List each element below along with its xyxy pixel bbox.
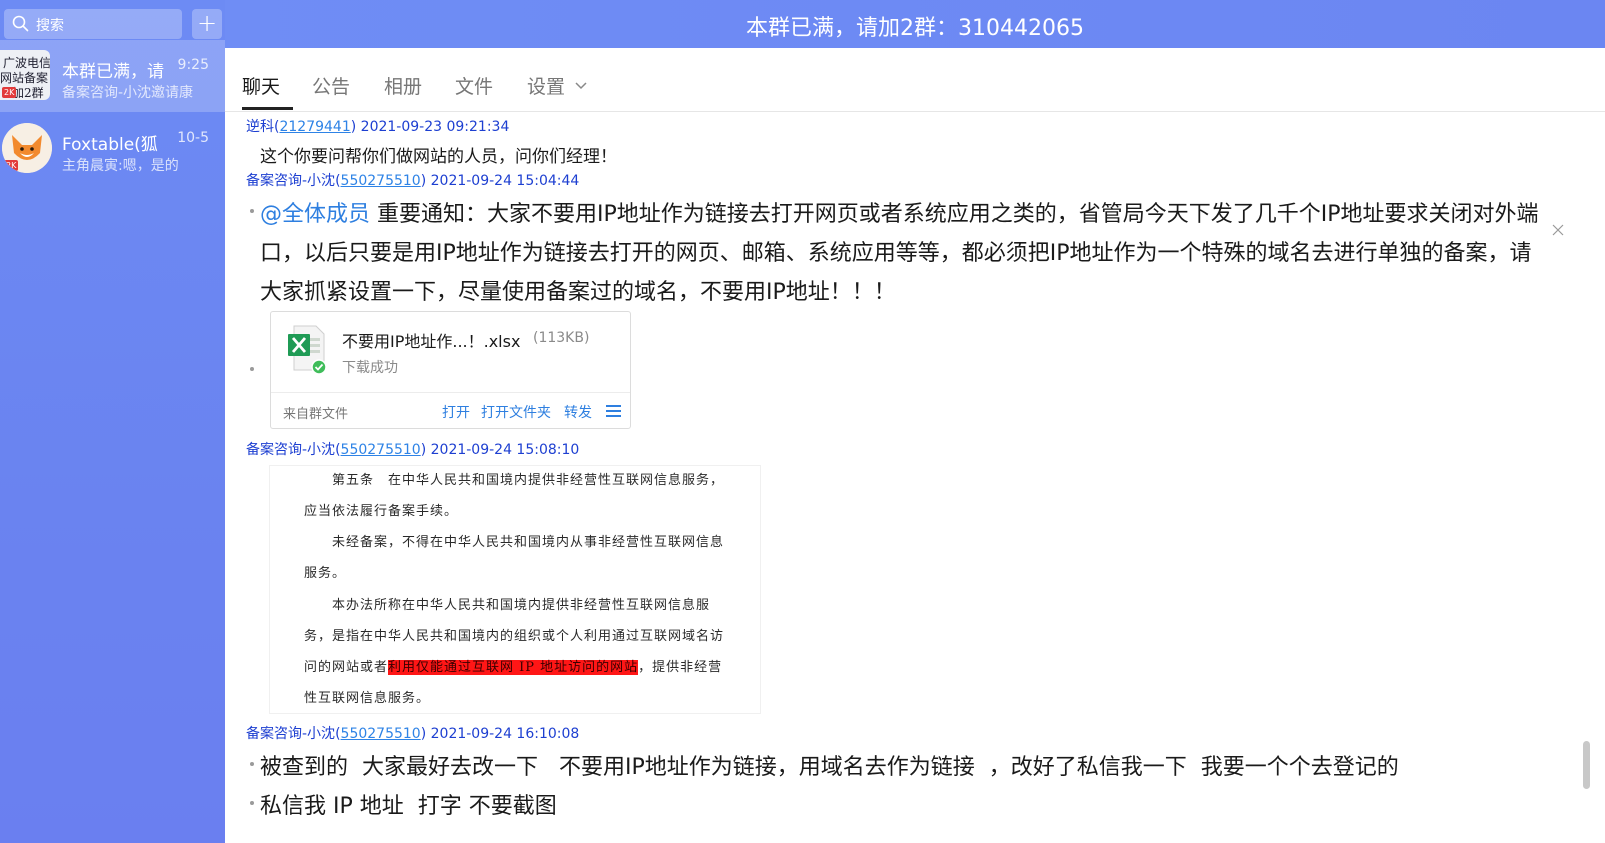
scrollbar[interactable] (1583, 741, 1590, 789)
close-icon[interactable] (1552, 224, 1564, 236)
tab-album[interactable]: 相册 (384, 72, 422, 99)
file-source: 来自群文件 (283, 407, 349, 422)
search-input[interactable]: 搜索 (4, 9, 182, 39)
file-name[interactable]: 不要用IP地址作...！.xlsx (342, 328, 520, 352)
message-meta: 备案咨询-小沈(550275510) 2021-09-24 16:10:08 (246, 726, 580, 742)
bullet (250, 762, 254, 766)
message-meta: 备案咨询-小沈(550275510) 2021-09-24 15:04:44 (246, 173, 580, 189)
conversation-title: Foxtable(狐 (62, 135, 158, 155)
message-meta: 逆科(21279441) 2021-09-23 09:21:34 (246, 119, 510, 135)
open-folder-link[interactable]: 打开文件夹 (481, 402, 551, 422)
fox-avatar: 2K (2, 123, 52, 173)
doc-line: 未经备案，不得在中华人民共和国境内从事非经营性互联网信息 (304, 535, 725, 550)
sender-uid[interactable]: 550275510 (341, 726, 421, 742)
sidebar: 搜索 + 广波电信 网站备案 加2群 2K 本群已满，请 9:25 备案咨询-小… (0, 0, 225, 843)
add-button[interactable]: + (192, 9, 222, 39)
file-status: 下载成功 (342, 360, 398, 376)
bullet (250, 367, 254, 371)
bullet (250, 209, 254, 213)
level-badge: 2K (2, 87, 17, 98)
sender-uid[interactable]: 21279441 (279, 119, 350, 135)
tab-announcement[interactable]: 公告 (312, 72, 350, 99)
sender-uid[interactable]: 550275510 (341, 173, 421, 189)
doc-line: 第五条 在中华人民共和国境内提供非经营性互联网信息服务， (304, 473, 725, 488)
conversation-title: 本群已满，请 (62, 62, 164, 82)
message-time: 2021-09-24 15:08:10 (430, 442, 580, 458)
message-time: 2021-09-23 09:21:34 (360, 119, 510, 135)
tab-settings[interactable]: 设置 (527, 72, 587, 99)
message-text: @全体成员 重要通知：大家不要用IP地址作为链接去打开网页或者系统应用之类的，省… (260, 195, 1550, 312)
excel-file-icon (288, 325, 326, 374)
doc-line: 务，是指在中华人民共和国境内的组织或个人利用通过互联网域名访 (304, 629, 725, 644)
document-screenshot-image[interactable]: 第五条 在中华人民共和国境内提供非经营性互联网信息服务， 应当依法履行备案手续。… (269, 465, 761, 714)
doc-text: 问的网站或者 (304, 660, 389, 675)
chevron-down-icon (575, 82, 587, 90)
sender-name[interactable]: 备案咨询-小沈 (246, 442, 335, 458)
message-text: 被查到的 大家最好去改一下 不要用IP地址作为链接，用域名去作为链接 ，改好了私… (260, 755, 1399, 780)
level-badge: 2K (4, 160, 19, 171)
conversation-item[interactable]: 广波电信 网站备案 加2群 2K 本群已满，请 9:25 备案咨询-小沈邀请康 (0, 40, 225, 112)
menu-icon[interactable] (606, 404, 621, 418)
tab-active-indicator (242, 107, 293, 110)
bullet (250, 801, 254, 805)
divider (271, 392, 630, 393)
message-text: 这个你要问帮你们做网站的人员，问你们经理！ (260, 147, 617, 167)
file-card[interactable]: 不要用IP地址作...！.xlsx (113KB) 下载成功 来自群文件 打开 … (270, 311, 631, 429)
message-time: 2021-09-24 15:04:44 (430, 173, 580, 189)
tab-bar: 聊天 公告 相册 文件 设置 (225, 48, 1605, 112)
conversation-time: 9:25 (177, 57, 209, 73)
message-text: 私信我 IP 地址 打字 不要截图 (260, 794, 557, 819)
doc-line: 本办法所称在中华人民共和国境内提供非经营性互联网信息服 (304, 598, 711, 613)
header-title: 本群已满，请加2群：310442065 (746, 16, 1084, 41)
doc-line: 问的网站或者利用仅能通过互联网 IP 地址访问的网站，提供非经营 (304, 656, 722, 675)
conversation-preview: 主角晨寅:嗯，是的 (62, 158, 179, 174)
sender-name[interactable]: 备案咨询-小沈 (246, 173, 335, 189)
open-file-link[interactable]: 打开 (442, 402, 470, 422)
search-icon (12, 15, 29, 32)
sender-name[interactable]: 备案咨询-小沈 (246, 726, 335, 742)
sender-uid[interactable]: 550275510 (341, 442, 421, 458)
message-time: 2021-09-24 16:10:08 (430, 726, 580, 742)
message-meta: 备案咨询-小沈(550275510) 2021-09-24 15:08:10 (246, 442, 580, 458)
tab-files[interactable]: 文件 (455, 72, 493, 99)
doc-text: ，提供非经营 (638, 660, 723, 675)
chat-header: 本群已满，请加2群：310442065 (225, 0, 1605, 48)
conversation-time: 10-5 (177, 130, 209, 146)
doc-line: 性互联网信息服务。 (304, 691, 431, 706)
doc-line: 应当依法履行备案手续。 (304, 504, 459, 519)
conversation-item[interactable]: 2K Foxtable(狐 10-5 主角晨寅:嗯，是的 (0, 113, 225, 185)
chat-message-area: 逆科(21279441) 2021-09-23 09:21:34 这个你要问帮你… (225, 112, 1580, 843)
search-placeholder: 搜索 (36, 18, 64, 34)
conversation-preview: 备案咨询-小沈邀请康 (62, 85, 194, 101)
avatar-text: 加2群 (12, 86, 44, 100)
file-size: (113KB) (533, 330, 590, 346)
sender-name[interactable]: 逆科 (246, 119, 274, 135)
mention-all[interactable]: @全体成员 (260, 202, 370, 227)
tab-settings-label: 设置 (527, 76, 566, 98)
message-body: 重要通知：大家不要用IP地址作为链接去打开网页或者系统应用之类的，省管局今天下发… (260, 202, 1539, 305)
doc-line: 服务。 (304, 566, 347, 581)
tab-chat[interactable]: 聊天 (242, 72, 280, 99)
forward-link[interactable]: 转发 (564, 402, 592, 422)
group-avatar: 广波电信 网站备案 加2群 2K (0, 50, 50, 100)
doc-highlight: 利用仅能通过互联网 IP 地址访问的网站 (388, 660, 639, 675)
